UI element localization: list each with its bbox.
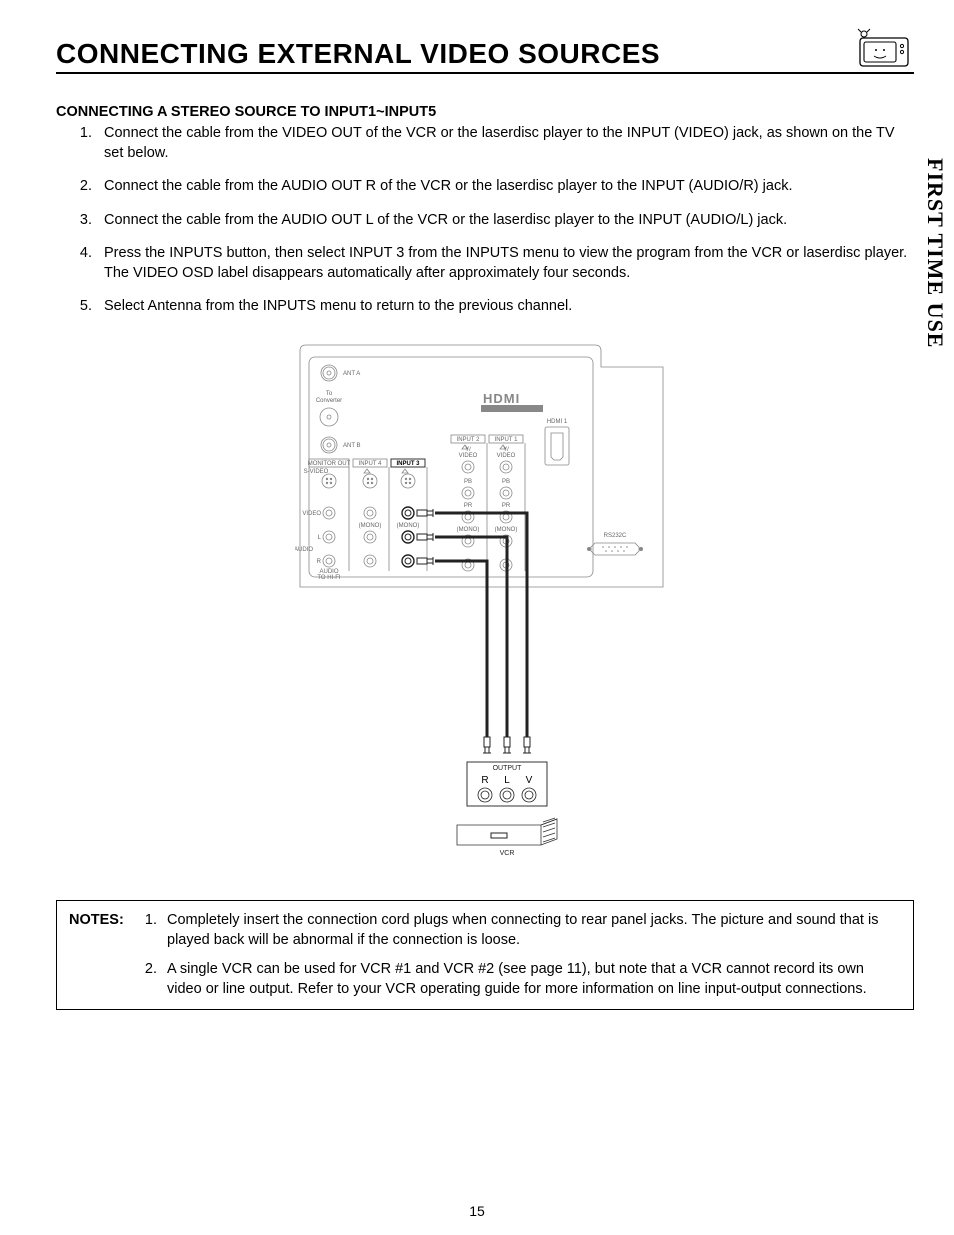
notes-list: Completely insert the connection cord pl… [139, 911, 901, 999]
step-item: Connect the cable from the VIDEO OUT of … [96, 124, 914, 163]
notes-item: A single VCR can be used for VCR #1 and … [161, 960, 901, 999]
diagram-label-monitor-out: MONITOR OUT [308, 461, 351, 467]
tv-icon [854, 28, 914, 70]
diagram-label-mono-2: (MONO) [457, 527, 480, 533]
step-item: Press the INPUTS button, then select INP… [96, 244, 914, 283]
step-item: Select Antenna from the INPUTS menu to r… [96, 297, 914, 317]
notes-label: NOTES: [69, 911, 131, 999]
step-item: Connect the cable from the AUDIO OUT R o… [96, 177, 914, 197]
diagram-label-pr-2: PR [464, 503, 473, 509]
diagram-label-yvideo-1b: VIDEO [497, 453, 516, 459]
steps-list: Connect the cable from the VIDEO OUT of … [56, 124, 914, 317]
diagram-label-mono-4: (MONO) [359, 523, 382, 529]
diagram-label-yvideo-2b: VIDEO [459, 453, 478, 459]
diagram-label-to-converter: To [326, 391, 333, 397]
section-subhead: CONNECTING A STEREO SOURCE TO INPUT1~INP… [56, 104, 914, 120]
diagram-label-input3: INPUT 3 [396, 461, 420, 467]
diagram-label-ant-a: ANT A [343, 371, 360, 377]
title-row: CONNECTING EXTERNAL VIDEO SOURCES [56, 28, 914, 74]
diagram-label-hdmi1: HDMI 1 [547, 419, 568, 425]
diagram-label-input1: INPUT 1 [495, 437, 519, 443]
diagram-label-out-l: L [504, 775, 510, 786]
diagram-label-pb-2: PB [464, 479, 472, 485]
page: CONNECTING EXTERNAL VIDEO SOURCES FIRST … [0, 0, 954, 1235]
notes-item: Completely insert the connection cord pl… [161, 911, 901, 950]
diagram-label-hdmi-logo: HDMI [483, 391, 520, 406]
diagram-label-mono-1: (MONO) [495, 527, 518, 533]
diagram-label-out-v: V [526, 775, 533, 786]
connection-diagram: ANT A To Converter ANT B HDMI HDMI 1 [295, 337, 675, 867]
notes-box: NOTES: Completely insert the connection … [56, 900, 914, 1010]
side-tab: FIRST TIME USE [922, 158, 948, 348]
diagram-label-input2: INPUT 2 [457, 437, 481, 443]
diagram-label-output: OUTPUT [493, 765, 523, 772]
diagram-label-out-r: R [481, 775, 488, 786]
page-number: 15 [0, 1203, 954, 1219]
diagram-label-svideo: S-VIDEO [304, 469, 329, 475]
diagram-label-ant-b: ANT B [343, 443, 361, 449]
diagram-label-vcr: VCR [500, 850, 515, 857]
diagram-label-mono-3: (MONO) [397, 523, 420, 529]
diagram-label-rs232c: RS232C [604, 533, 627, 539]
diagram-label-to-converter2: Converter [316, 398, 342, 404]
diagram-label-pr-1: PR [502, 503, 511, 509]
diagram-label-audio: AUDIO [295, 547, 313, 553]
page-title: CONNECTING EXTERNAL VIDEO SOURCES [56, 38, 660, 70]
step-item: Connect the cable from the AUDIO OUT L o… [96, 211, 914, 231]
diagram-label-r: R [317, 559, 322, 565]
diagram-container: ANT A To Converter ANT B HDMI HDMI 1 [56, 337, 914, 872]
diagram-label-input4: INPUT 4 [359, 461, 383, 467]
diagram-label-pb-1: PB [502, 479, 510, 485]
diagram-label-video-row: VIDEO [302, 511, 321, 517]
diagram-label-l: L [318, 535, 322, 541]
diagram-label-audio-hifi2: TO HI-FI [317, 575, 341, 581]
